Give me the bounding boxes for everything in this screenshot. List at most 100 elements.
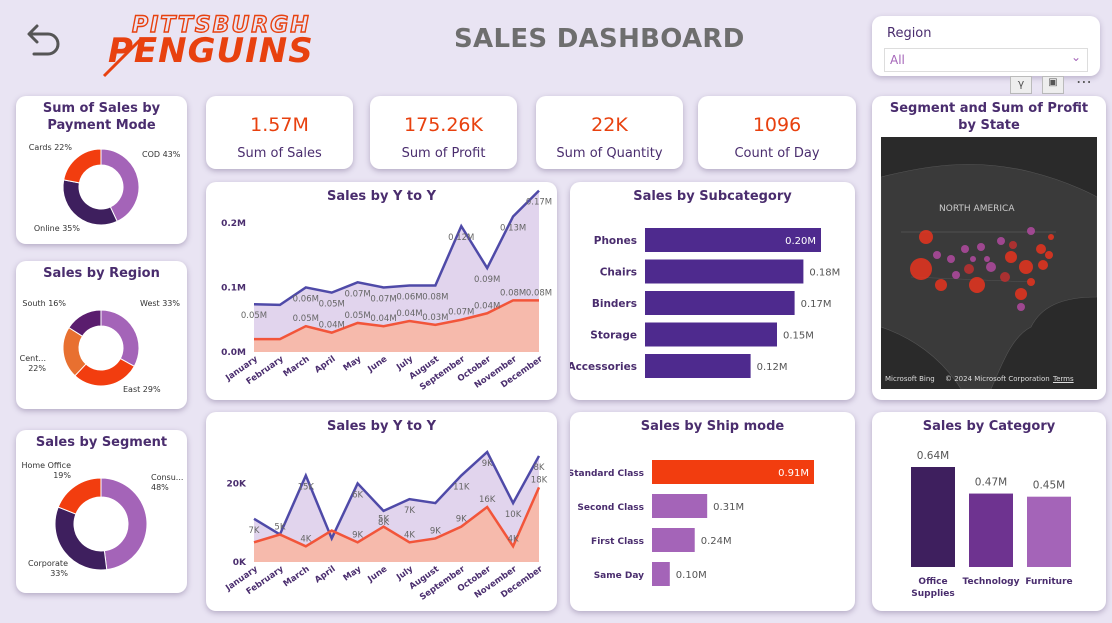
data-label: 4K	[508, 534, 519, 544]
data-label: 15K	[298, 483, 315, 493]
data-label: 4K	[404, 530, 415, 540]
payment-donut-chart: COD 43% Online 35% Cards 22%	[29, 143, 181, 233]
map-bubble	[947, 255, 955, 263]
bar	[645, 354, 751, 378]
data-label: 9K	[352, 530, 363, 540]
yoy-sales-card: Sales by Y to Y 0.0M 0.1M 0.2M 0.05M 0.06M 0.…	[206, 182, 557, 400]
map-bubble	[1019, 260, 1033, 274]
bar	[911, 467, 955, 567]
region-label: Region	[887, 26, 932, 41]
data-label: 0.04M	[370, 314, 396, 324]
map-bubble	[1015, 288, 1027, 300]
kpi-label: Sum of Sales	[237, 146, 322, 161]
map-bubble	[910, 258, 932, 280]
back-icon[interactable]	[22, 20, 62, 60]
data-label: 0.05M	[319, 300, 345, 310]
subcategory-card: Sales by Subcategory Phones 0.20M Chairs 0.…	[570, 182, 855, 400]
filter-icon[interactable]: γ	[1010, 76, 1032, 94]
y-tick-label: 0.0M	[221, 348, 246, 358]
category-label: First Class	[591, 537, 644, 547]
data-label: 0.17M	[526, 198, 552, 208]
data-label: 0.08M	[526, 288, 552, 298]
data-label: 0.15M	[783, 331, 814, 342]
chevron-down-icon: ⌄	[1070, 50, 1081, 64]
map-bubble	[984, 256, 990, 262]
shipmode-bar-chart: Standard Class 0.91M Second Class 0.31M Firs…	[570, 460, 814, 586]
focus-mode-icon[interactable]: ▣	[1042, 76, 1064, 94]
region-value: All	[890, 53, 905, 67]
data-label: 0.07M	[448, 308, 474, 318]
x-tick-label: March	[282, 564, 312, 589]
slice-label: South 16%	[22, 299, 66, 308]
map-copyright: © 2024 Microsoft Corporation	[945, 375, 1050, 383]
x-tick-label: March	[282, 354, 312, 379]
subcategory-bar-chart: Phones 0.20M Chairs 0.18M Binders 0.17M Storag…	[570, 228, 840, 378]
map-region-label: NORTH AMERICA	[939, 204, 1015, 214]
data-label: 0.07M	[345, 289, 371, 299]
region-donut-chart: West 33% East 29% Cent... 22% South 16%	[20, 299, 181, 394]
kpi-value: 175.26K	[404, 114, 483, 136]
region-card: Sales by Region West 33% East 29% Cent... 2…	[16, 261, 187, 409]
yoy-sales-area-chart: 0.0M0.1M0.2M0.05M0.06M0.05M0.07M0.07M 0.0…	[221, 189, 552, 393]
kpi-label: Count of Day	[734, 146, 820, 161]
data-label: 0.64M	[917, 450, 949, 462]
data-label: 0.47M	[975, 477, 1007, 489]
segment-donut-chart: Consu... 48% Corporate 33% Home Office 19%	[21, 461, 183, 578]
data-label: 0.10M	[676, 570, 707, 581]
data-label: 0.04M	[396, 309, 422, 319]
y-tick-label: 0.2M	[221, 219, 246, 229]
pie-slice	[62, 179, 118, 226]
map-bubble	[1017, 303, 1025, 311]
map-view[interactable]: NORTH AMERICA Microsoft Bing © 2024 Micr…	[881, 137, 1097, 389]
kpi-label: Sum of Profit	[401, 146, 486, 161]
category-label: Second Class	[577, 503, 644, 513]
chart-title: Segment and Sum of Profit by State	[889, 101, 1089, 133]
data-label: 0.05M	[241, 311, 267, 321]
data-label: 10K	[505, 510, 522, 520]
map-bubble	[933, 251, 941, 259]
data-label: 5K	[274, 523, 285, 533]
map-bubble	[970, 256, 976, 262]
bar	[652, 494, 708, 518]
data-label: 7K	[404, 506, 415, 516]
data-label: 0.06M	[293, 294, 319, 304]
kpi-value: 22K	[591, 114, 628, 136]
bar	[652, 562, 670, 586]
category-label: Binders	[592, 298, 637, 310]
data-label: 8K	[534, 463, 545, 473]
data-label: 0.24M	[701, 536, 732, 547]
more-options-icon[interactable]: ⋯	[1076, 72, 1100, 91]
data-label: 9K	[430, 526, 441, 536]
payment-mode-card: Sum of Sales by Payment Mode COD 43% Onli…	[16, 96, 187, 244]
logo-bottom-text: PENGUINS	[108, 31, 314, 71]
slice-label: Cent... 22%	[20, 354, 47, 373]
page-title: SALES DASHBOARD	[454, 24, 745, 54]
x-tick-label: April	[313, 354, 337, 375]
map-bubble	[1009, 241, 1017, 249]
x-tick-label: June	[365, 564, 389, 585]
map-terms-link[interactable]: Terms	[1053, 375, 1074, 383]
bar	[645, 291, 795, 315]
region-dropdown[interactable]: All ⌄	[884, 48, 1088, 72]
slice-label: West 33%	[140, 299, 180, 308]
category-label: Technology	[963, 577, 1020, 587]
bar	[645, 259, 804, 284]
region-slicer[interactable]: Region All ⌄	[872, 16, 1100, 76]
yoy-qty-card: Sales by Y to Y 0K 20K 7K 15K 6K 8K 7K 11K 9K 10K…	[206, 412, 557, 611]
data-label: 0.05M	[293, 314, 319, 324]
slice-label: East 29%	[123, 385, 161, 394]
yoy-qty-area-chart: 0K20K7K15K6K8K7K11K9K10K8K5K4K 9K5K4K 9K9K…	[223, 449, 548, 603]
data-label: 9K	[456, 515, 467, 525]
x-tick-label: April	[313, 564, 337, 585]
pie-slice	[100, 477, 148, 571]
kpi-sales-card: 1.57M Sum of Sales	[206, 96, 353, 169]
map-bubble	[1048, 234, 1054, 240]
slice-label: Online 35%	[34, 224, 81, 233]
map-bubble	[969, 277, 985, 293]
bar	[1027, 496, 1071, 567]
slice-label: Home Office 19%	[21, 461, 71, 480]
pie-slice	[63, 148, 102, 184]
data-label: 9K	[482, 459, 493, 469]
logo: PITTSBURGH PENGUINS	[100, 10, 350, 80]
pie-slice	[57, 477, 102, 515]
